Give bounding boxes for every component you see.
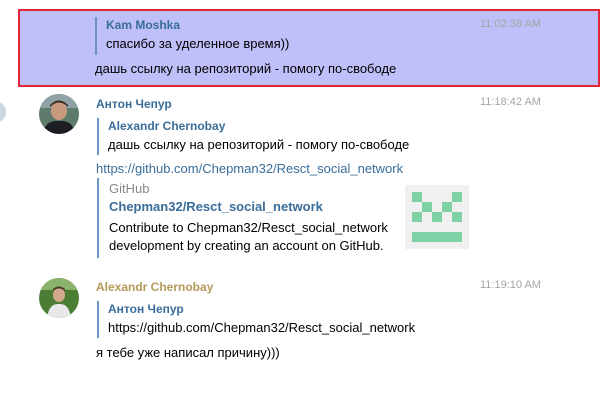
- github-identicon[interactable]: [405, 185, 469, 249]
- message-author[interactable]: Alexandr Chernobay: [96, 280, 213, 294]
- reply-quote[interactable]: Антон Чепур https://github.com/Chepman32…: [97, 301, 415, 338]
- quote-author: Антон Чепур: [108, 302, 184, 316]
- github-link[interactable]: https://github.com/Chepman32/Resct_socia…: [96, 161, 403, 176]
- preview-description-line-1: Contribute to Chepman32/Resct_social_net…: [109, 220, 388, 235]
- reply-quote[interactable]: Kam Moshka спасибо за уделенное время)): [95, 17, 289, 55]
- selected-message[interactable]: Kam Moshka спасибо за уделенное время)) …: [18, 9, 600, 87]
- avatar[interactable]: [39, 94, 79, 134]
- message-time: 11:02:38 AM: [480, 18, 541, 30]
- preview-title[interactable]: Chepman32/Resct_social_network: [109, 199, 323, 214]
- preview-description-line-2: development by creating an account on Gi…: [109, 238, 384, 253]
- message-time: 11:18:42 AM: [480, 96, 541, 108]
- message-text: дашь ссылку на репозиторий - помогу по-с…: [95, 61, 397, 76]
- preview-site: GitHub: [109, 181, 150, 196]
- message-text: я тебе уже написал причину))): [96, 345, 280, 360]
- quote-text: дашь ссылку на репозиторий - помогу по-с…: [108, 137, 410, 152]
- quote-text: https://github.com/Chepman32/Resct_socia…: [108, 320, 416, 335]
- message-author[interactable]: Антон Чепур: [96, 97, 172, 111]
- quote-author: Alexandr Chernobay: [108, 119, 226, 133]
- quote-author: Kam Moshka: [106, 18, 181, 32]
- message-time: 11:19:10 AM: [480, 279, 541, 291]
- quote-text: спасибо за уделенное время)): [106, 36, 290, 51]
- scroll-indicator: [0, 101, 6, 123]
- avatar[interactable]: [39, 278, 79, 318]
- reply-quote[interactable]: Alexandr Chernobay дашь ссылку на репози…: [97, 118, 409, 155]
